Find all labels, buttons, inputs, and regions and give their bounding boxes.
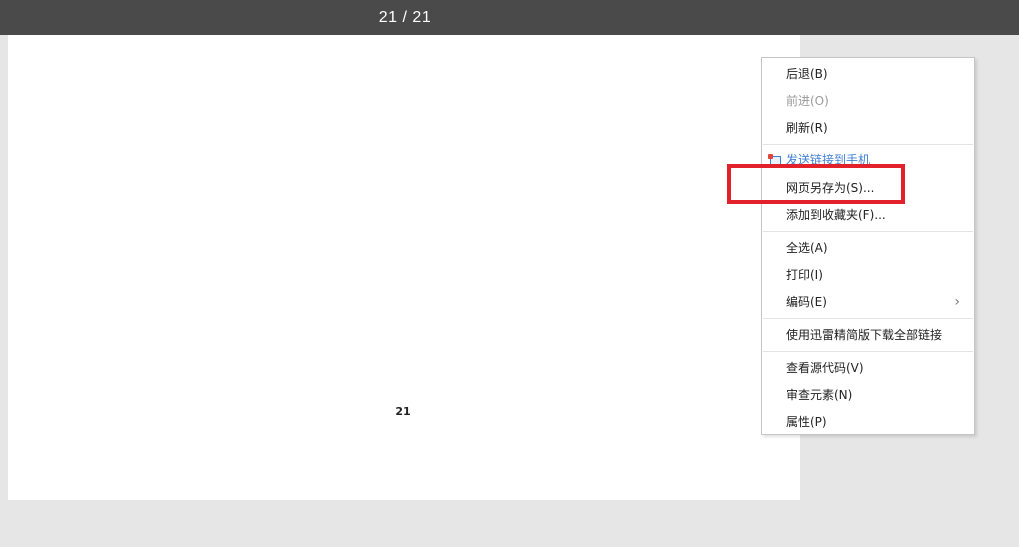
menu-item-encoding[interactable]: 编码(E) › bbox=[762, 289, 974, 316]
menu-item-properties[interactable]: 属性(P) bbox=[762, 409, 974, 436]
page-number: 21 bbox=[395, 405, 411, 418]
menu-separator bbox=[763, 318, 973, 319]
menu-separator bbox=[763, 231, 973, 232]
menu-item-download-all[interactable]: 使用迅雷精简版下载全部链接 bbox=[762, 322, 974, 349]
menu-separator bbox=[763, 351, 973, 352]
annotation-highlight-box bbox=[727, 164, 905, 204]
menu-item-forward: 前进(O) bbox=[786, 94, 829, 108]
page-counter: 21 / 21 bbox=[378, 9, 432, 26]
menu-item-encoding-label: 编码(E) bbox=[786, 295, 827, 309]
menu-item-add-favorites[interactable]: 添加到收藏夹(F)... bbox=[762, 202, 974, 229]
chevron-right-icon: › bbox=[954, 294, 960, 310]
document-page: 21 bbox=[8, 35, 800, 500]
context-menu: 后退(B) 前进(O) 刷新(R) 发送链接到手机 网页另存为(S)... 添加… bbox=[761, 57, 975, 435]
menu-item-print[interactable]: 打印(I) bbox=[762, 262, 974, 289]
menu-separator bbox=[763, 144, 973, 145]
viewer-toolbar: 21 / 21 bbox=[0, 0, 1019, 35]
menu-item-back[interactable]: 后退(B) bbox=[762, 61, 974, 88]
menu-item-refresh[interactable]: 刷新(R) bbox=[762, 115, 974, 142]
menu-item-inspect[interactable]: 审查元素(N) bbox=[762, 382, 974, 409]
menu-item-select-all[interactable]: 全选(A) bbox=[762, 235, 974, 262]
menu-item-view-source[interactable]: 查看源代码(V) bbox=[762, 355, 974, 382]
